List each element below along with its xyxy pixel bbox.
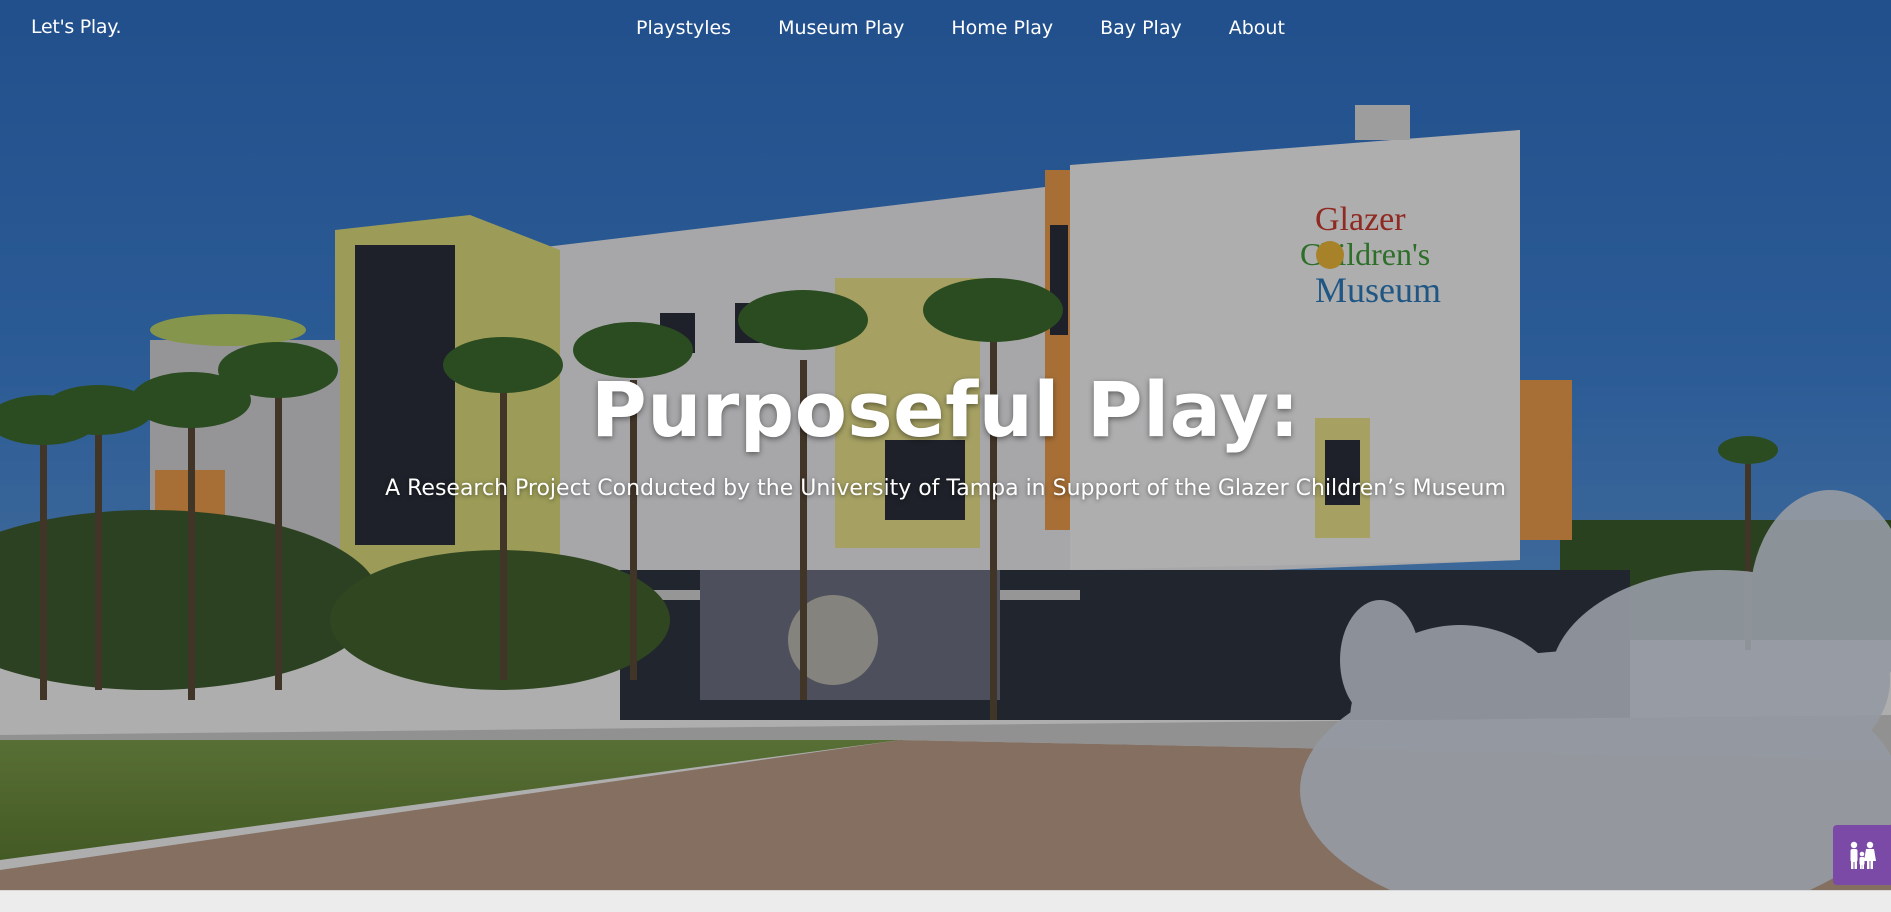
nav-item-playstyles[interactable]: Playstyles [636, 17, 731, 39]
hero-title: Purposeful Play: [591, 365, 1300, 454]
site-brand[interactable]: Let's Play. [31, 16, 122, 38]
bottom-scroll-bar [0, 890, 1891, 912]
hero-subtitle: A Research Project Conducted by the Univ… [385, 476, 1506, 501]
accessibility-button[interactable] [1833, 825, 1891, 885]
hero-section: Glazer Children's Museum Let's Play. Pla… [0, 0, 1891, 890]
nav-item-museum-play[interactable]: Museum Play [778, 17, 904, 39]
main-nav: Playstyles Museum Play Home Play Bay Pla… [636, 17, 1285, 39]
nav-item-bay-play[interactable]: Bay Play [1100, 17, 1182, 39]
nav-item-home-play[interactable]: Home Play [951, 17, 1053, 39]
nav-item-about[interactable]: About [1229, 17, 1285, 39]
family-icon [1850, 841, 1876, 869]
